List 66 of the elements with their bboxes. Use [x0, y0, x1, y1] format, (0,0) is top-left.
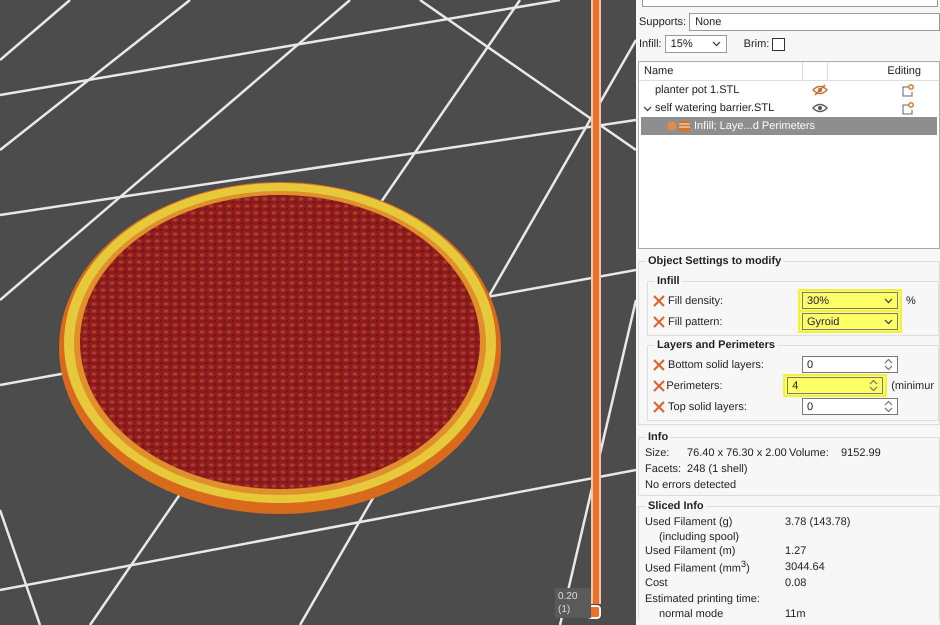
- unit-label: %: [906, 294, 916, 306]
- spin-arrows-icon[interactable]: [884, 358, 893, 371]
- unit-label: (minimur: [891, 380, 934, 392]
- info-value: 11m: [785, 608, 806, 620]
- object-name: planter pot 1.STL: [655, 84, 740, 96]
- section-title: Object Settings to modify: [646, 255, 784, 268]
- info-value: 3044.64: [785, 561, 825, 573]
- edit-settings-icon[interactable]: [901, 102, 915, 114]
- info-label: Used Filament (m): [645, 545, 736, 557]
- info-value: 0.08: [785, 577, 806, 589]
- chevron-down-icon[interactable]: [712, 41, 721, 47]
- setting-spinner[interactable]: 0: [802, 356, 898, 373]
- brim-label: Brim:: [744, 38, 770, 50]
- remove-setting-icon[interactable]: [652, 378, 666, 392]
- setting-label: Fill pattern:: [668, 316, 724, 328]
- info-label: Used Filament (mm$^{3}$): [645, 559, 751, 575]
- info-label: Cost: [645, 577, 669, 589]
- info-value: 3.78 (143.78): [785, 516, 850, 528]
- spin-arrows-icon[interactable]: [869, 379, 878, 392]
- info-status: No errors detected: [645, 479, 736, 491]
- setting-label: Bottom solid layers:: [668, 358, 765, 370]
- column-header: Name: [639, 62, 803, 80]
- object-name: self watering barrier.STL: [655, 102, 776, 114]
- info-label: Used Filament (g): [645, 516, 734, 528]
- info-label: Size:: [645, 447, 670, 459]
- column-header: Editing: [827, 62, 939, 80]
- spin-arrows-icon[interactable]: [884, 400, 893, 413]
- object-row[interactable]: planter pot 1.STL: [639, 81, 939, 99]
- crossed-eye-icon[interactable]: [812, 84, 828, 96]
- info-label: normal mode: [658, 608, 724, 620]
- setting-label: Perimeters:: [666, 380, 724, 392]
- remove-setting-icon[interactable]: [652, 294, 666, 308]
- group-title: Layers and Perimeters: [655, 339, 778, 352]
- setting-label: Top solid layers:: [668, 400, 748, 412]
- layer-height-label: 0.20: [558, 590, 578, 603]
- supports-label: Supports:: [639, 16, 686, 28]
- layer-number-label: (1): [558, 603, 572, 616]
- remove-setting-icon[interactable]: [652, 314, 666, 328]
- setting-dropdown[interactable]: Gyroid: [802, 313, 898, 330]
- setting-label: Fill density:: [668, 294, 724, 306]
- layer-slider-track[interactable]: [591, 0, 601, 604]
- brim-checkbox[interactable]: [772, 38, 786, 50]
- info-label: Volume:: [789, 447, 830, 459]
- setting-dropdown[interactable]: 30%: [802, 292, 898, 309]
- info-value: 76.40 x 76.30 x 2.00: [687, 447, 788, 459]
- info-value: 9152.99: [841, 447, 881, 459]
- remove-setting-icon[interactable]: [652, 358, 666, 372]
- info-label: Estimated printing time:: [645, 593, 761, 605]
- caret-icon[interactable]: [642, 104, 652, 112]
- remove-setting-icon[interactable]: [652, 400, 666, 414]
- edit-settings-icon[interactable]: [901, 84, 915, 96]
- object-row[interactable]: self watering barrier.STL: [639, 99, 939, 117]
- setting-spinner[interactable]: 0: [802, 398, 898, 415]
- infill-dropdown[interactable]: 15%: [664, 35, 727, 53]
- eye-icon[interactable]: [812, 102, 828, 114]
- supports-dropdown[interactable]: None: [689, 13, 940, 31]
- info-label: Facets:: [645, 463, 682, 475]
- info-value: 1.27: [785, 545, 806, 557]
- info-label: (including spool): [658, 530, 740, 542]
- object-name: Infill; Laye...d Perimeters: [694, 120, 816, 132]
- chevron-down-icon[interactable]: [884, 318, 893, 324]
- setting-spinner[interactable]: 4: [787, 377, 884, 394]
- infill-label: Infill:: [639, 38, 662, 50]
- info-value: 248 (1 shell): [687, 463, 748, 475]
- chevron-down-icon[interactable]: [884, 298, 893, 304]
- settings-icons-drawing: [667, 120, 691, 132]
